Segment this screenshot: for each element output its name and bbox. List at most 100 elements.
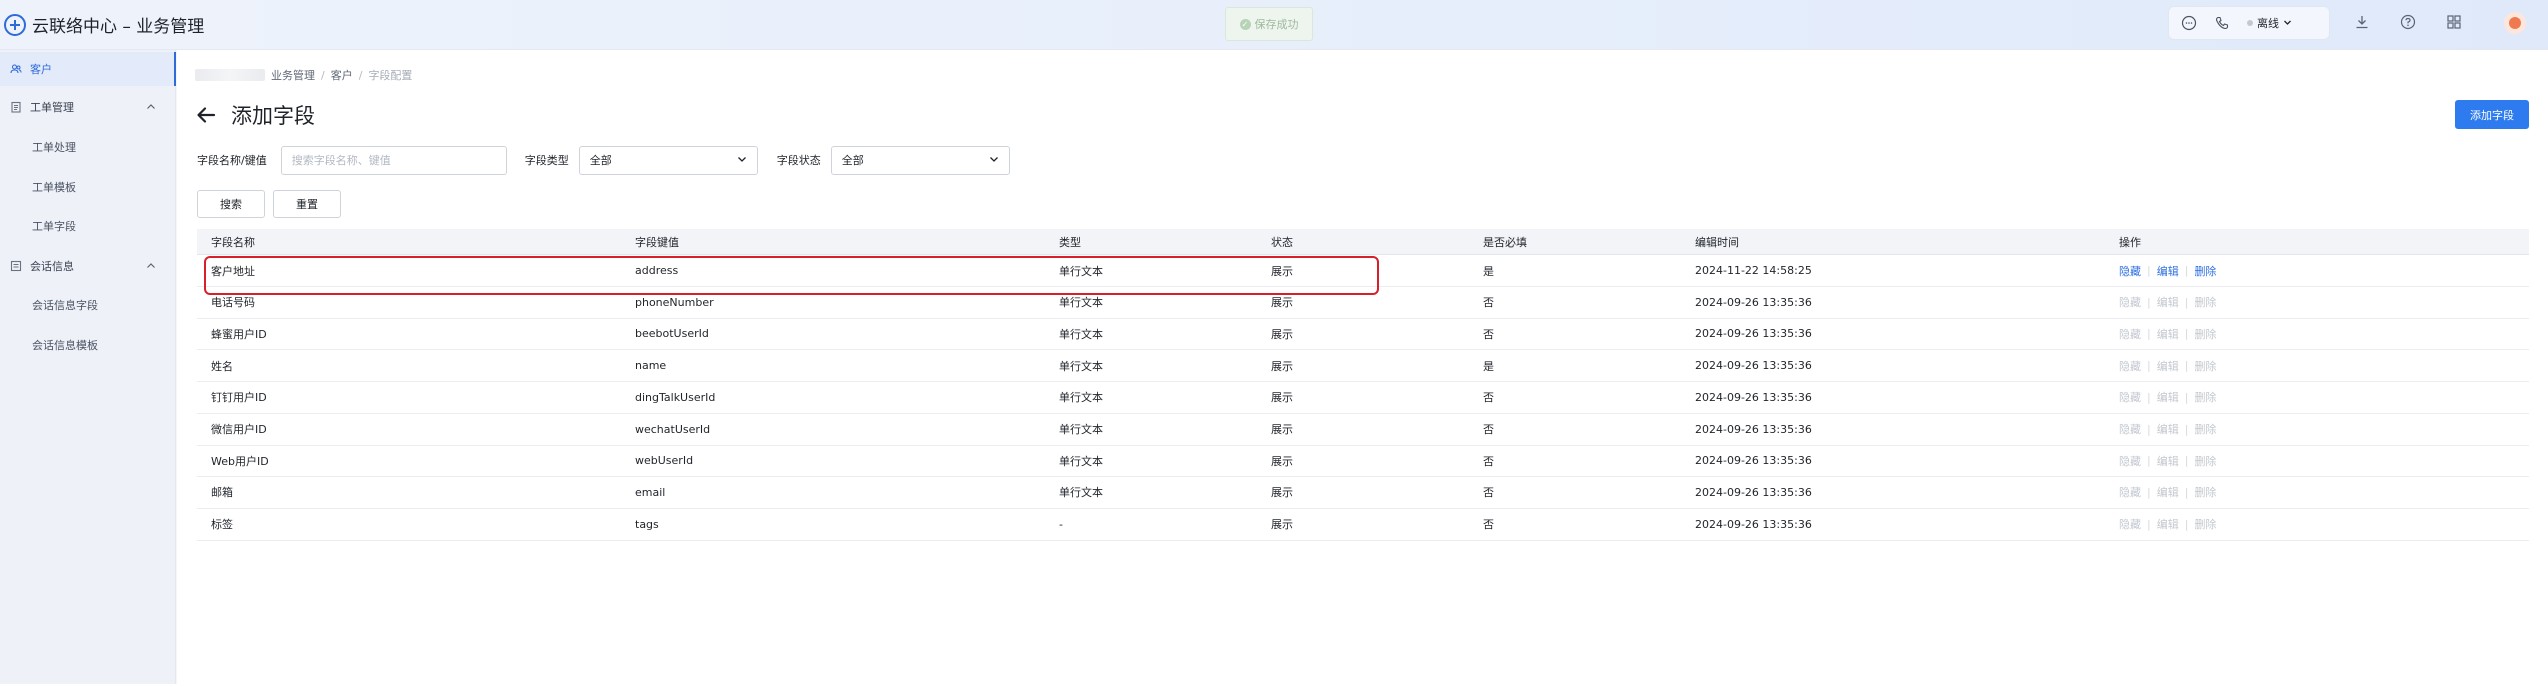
field-status-cell: 展示 bbox=[1271, 327, 1293, 341]
sidebar-item-label: 工单处理 bbox=[32, 141, 76, 154]
field-type-cell: 单行文本 bbox=[1059, 391, 1103, 405]
row-actions: 隐藏 | 编辑 | 删除 bbox=[2119, 509, 2216, 540]
field-name-label: 字段名称/键值 bbox=[197, 154, 267, 167]
field-name-cell: 姓名 bbox=[211, 359, 233, 373]
field-type-cell: 单行文本 bbox=[1059, 359, 1103, 373]
edit-button: 编辑 bbox=[2156, 518, 2179, 532]
call-tools: 离线 bbox=[2168, 6, 2330, 40]
edit-time-cell: 2024-09-26 13:35:36 bbox=[1695, 454, 1812, 468]
phone-icon[interactable] bbox=[2215, 16, 2229, 30]
field-type-cell: 单行文本 bbox=[1059, 327, 1103, 341]
sidebar-group-session-info[interactable]: 会话信息 bbox=[0, 249, 176, 283]
field-required-cell: 是 bbox=[1483, 359, 1494, 373]
edit-button: 编辑 bbox=[2156, 454, 2179, 468]
sidebar-item-session-fields[interactable]: 会话信息字段 bbox=[0, 288, 176, 322]
field-status-label: 字段状态 bbox=[776, 154, 821, 167]
breadcrumb: 业务管理 / 客户 / 字段配置 bbox=[195, 67, 412, 83]
field-required-cell: 否 bbox=[1483, 486, 1494, 500]
add-field-button[interactable]: 添加字段 bbox=[2455, 100, 2529, 129]
breadcrumb-item[interactable]: 客户 bbox=[331, 67, 353, 83]
field-key-cell: email bbox=[635, 485, 666, 499]
edit-time-cell: 2024-09-26 13:35:36 bbox=[1695, 517, 1812, 531]
column-header: 字段键值 bbox=[635, 235, 679, 249]
row-actions: 隐藏 | 编辑 | 删除 bbox=[2119, 382, 2216, 413]
column-header: 状态 bbox=[1271, 235, 1293, 249]
delete-button: 删除 bbox=[2194, 391, 2217, 405]
back-arrow-icon[interactable] bbox=[195, 104, 217, 126]
column-header: 编辑时间 bbox=[1695, 235, 1739, 249]
hide-button[interactable]: 隐藏 bbox=[2119, 263, 2141, 279]
action-separator: | bbox=[2184, 390, 2189, 404]
field-status-select[interactable]: 全部 bbox=[830, 145, 1010, 175]
field-key-cell: wechatUserId bbox=[635, 422, 711, 436]
field-type-select[interactable]: 全部 bbox=[578, 145, 758, 175]
delete-button: 删除 bbox=[2194, 359, 2217, 373]
sidebar-item-label: 会话信息字段 bbox=[32, 299, 98, 312]
edit-time-cell: 2024-09-26 13:35:36 bbox=[1695, 422, 1812, 436]
delete-button: 删除 bbox=[2194, 296, 2217, 310]
toast-text: 保存成功 bbox=[1254, 18, 1299, 31]
field-required-cell: 否 bbox=[1483, 296, 1494, 310]
row-actions: 隐藏 | 编辑 | 删除 bbox=[2119, 287, 2216, 318]
table-row: Web用户ID webUserId 单行文本 展示 否 2024-09-26 13:35:… bbox=[197, 445, 2529, 478]
row-actions: 隐藏 | 编辑 | 删除 bbox=[2119, 350, 2216, 381]
sidebar-item-ticket-templates[interactable]: 工单模板 bbox=[0, 170, 176, 204]
delete-button: 删除 bbox=[2194, 454, 2217, 468]
status-dot-icon bbox=[2247, 20, 2253, 26]
sidebar-item-customers[interactable]: 客户 bbox=[0, 52, 176, 86]
action-separator: | bbox=[2184, 517, 2189, 531]
agent-status-select[interactable]: 离线 bbox=[2247, 15, 2292, 31]
edit-button: 编辑 bbox=[2156, 296, 2179, 310]
reset-button[interactable]: 重置 bbox=[273, 190, 341, 218]
edit-button: 编辑 bbox=[2156, 423, 2179, 436]
chat-bubble-icon[interactable] bbox=[2181, 15, 2197, 31]
page-header: 添加字段 bbox=[195, 100, 315, 130]
download-icon[interactable] bbox=[2354, 14, 2370, 30]
sidebar-group-ticket-management[interactable]: 工单管理 bbox=[0, 90, 176, 124]
field-status-value: 全部 bbox=[841, 154, 864, 167]
row-actions: 隐藏 | 编辑 | 删除 bbox=[2119, 477, 2216, 508]
field-type-cell: 单行文本 bbox=[1059, 454, 1103, 468]
top-bar: 云联络中心 – 业务管理 ✓ 保存成功 离线 bbox=[0, 0, 2548, 50]
action-separator: | bbox=[2184, 327, 2189, 341]
apps-grid-icon[interactable] bbox=[2446, 14, 2462, 30]
sidebar-item-label: 工单字段 bbox=[32, 220, 76, 233]
column-header: 是否必填 bbox=[1483, 235, 1527, 249]
row-actions: 隐藏 | 编辑 | 删除 bbox=[2119, 318, 2216, 349]
edit-button[interactable]: 编辑 bbox=[2157, 263, 2179, 279]
field-key-cell: webUserId bbox=[635, 454, 694, 468]
field-key-cell: beebotUserId bbox=[635, 327, 709, 341]
edit-button: 编辑 bbox=[2156, 359, 2179, 373]
brand[interactable]: 云联络中心 – 业务管理 bbox=[4, 12, 204, 37]
field-name-search-input[interactable]: 搜索字段名称、键值 bbox=[280, 145, 507, 175]
help-icon[interactable] bbox=[2400, 14, 2416, 30]
column-header: 字段名称 bbox=[211, 235, 255, 249]
hide-button: 隐藏 bbox=[2119, 391, 2141, 405]
delete-button: 删除 bbox=[2194, 327, 2217, 341]
chat-list-icon bbox=[10, 260, 22, 272]
action-separator: | bbox=[2184, 454, 2189, 468]
field-name-cell: 钉钉用户ID bbox=[211, 391, 267, 405]
field-name-cell: Web用户ID bbox=[211, 454, 269, 468]
sidebar-item-ticket-fields[interactable]: 工单字段 bbox=[0, 209, 176, 243]
action-separator: | bbox=[2184, 485, 2189, 499]
delete-button[interactable]: 删除 bbox=[2194, 263, 2216, 279]
sidebar-item-ticket-processing[interactable]: 工单处理 bbox=[0, 130, 176, 164]
user-avatar[interactable] bbox=[2504, 12, 2526, 34]
chevron-up-icon bbox=[146, 261, 156, 274]
breadcrumb-item[interactable]: 业务管理 bbox=[271, 67, 315, 83]
hide-button: 隐藏 bbox=[2119, 423, 2141, 436]
edit-button: 编辑 bbox=[2156, 391, 2179, 405]
action-separator: | bbox=[2147, 264, 2151, 277]
field-name-cell: 标签 bbox=[211, 518, 233, 532]
field-type-cell: 单行文本 bbox=[1059, 423, 1103, 436]
search-button[interactable]: 搜索 bbox=[197, 190, 265, 218]
users-icon bbox=[10, 63, 22, 75]
action-separator: | bbox=[2147, 422, 2151, 436]
sidebar-item-session-templates[interactable]: 会话信息模板 bbox=[0, 328, 176, 362]
field-status-cell: 展示 bbox=[1271, 486, 1293, 500]
delete-button: 删除 bbox=[2194, 423, 2217, 436]
field-name-cell: 邮箱 bbox=[211, 486, 233, 500]
table-header: 字段名称 字段键值 类型 状态 是否必填 编辑时间 操作 bbox=[197, 229, 2529, 255]
row-actions: 隐藏 | 编辑 | 删除 bbox=[2119, 255, 2216, 286]
